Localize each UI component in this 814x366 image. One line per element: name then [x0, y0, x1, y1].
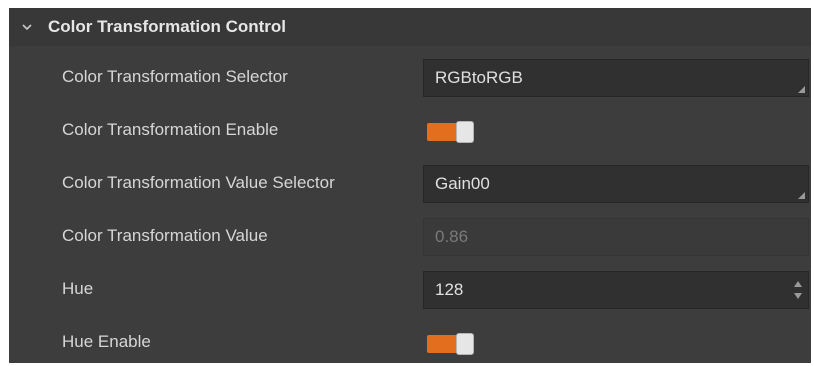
row-hue-enable: Hue Enable	[9, 320, 811, 366]
row-color-transformation-value: Color Transformation Value 0.86	[9, 214, 811, 260]
row-label: Hue	[62, 279, 94, 298]
color-transformation-enable-toggle[interactable]	[427, 121, 477, 143]
hue-enable-toggle[interactable]	[427, 333, 477, 355]
dropdown-corner-icon	[798, 86, 805, 93]
toggle-knob	[456, 333, 474, 355]
dropdown-value: Gain00	[435, 174, 490, 193]
color-transformation-value-field: 0.86	[423, 218, 809, 256]
toggle-knob	[456, 121, 474, 143]
row-color-transformation-value-selector: Color Transformation Value Selector Gain…	[9, 161, 811, 207]
hue-spinbox[interactable]: 128	[423, 271, 809, 309]
row-label: Color Transformation Value Selector	[62, 173, 335, 192]
color-transformation-value-selector-dropdown[interactable]: Gain00	[423, 165, 809, 203]
spin-arrows-icon[interactable]	[792, 277, 804, 303]
row-label: Color Transformation Value	[62, 226, 268, 245]
group-header-color-transformation[interactable]: Color Transformation Control	[9, 8, 811, 46]
row-label: Color Transformation Selector	[62, 67, 288, 86]
row-label: Color Transformation Enable	[62, 120, 279, 139]
spinbox-value: 128	[435, 280, 464, 299]
row-color-transformation-enable: Color Transformation Enable	[9, 108, 811, 154]
property-panel: Color Transformation Control Color Trans…	[9, 8, 811, 363]
chevron-down-icon[interactable]	[21, 22, 33, 32]
field-value: 0.86	[435, 227, 469, 246]
row-color-transformation-selector: Color Transformation Selector RGBtoRGB	[9, 55, 811, 101]
row-label: Hue Enable	[62, 332, 151, 351]
dropdown-corner-icon	[798, 192, 805, 199]
group-title: Color Transformation Control	[48, 17, 286, 36]
dropdown-value: RGBtoRGB	[435, 68, 523, 87]
color-transformation-selector-dropdown[interactable]: RGBtoRGB	[423, 59, 809, 97]
row-hue: Hue 128	[9, 267, 811, 313]
